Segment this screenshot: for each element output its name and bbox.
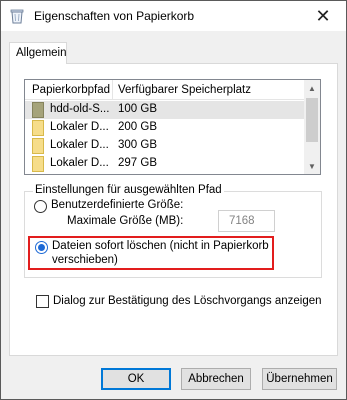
confirm-delete-checkbox[interactable]	[36, 295, 49, 308]
radio-selected-dot	[38, 244, 45, 251]
column-divider[interactable]	[112, 80, 113, 100]
list-item[interactable]: hdd-old-S... 100 GB	[25, 101, 305, 119]
delete-immediately-radio[interactable]	[35, 241, 48, 254]
recycle-bin-locations-list[interactable]: Papierkorbpfad Verfügbarer Speicherplatz…	[24, 79, 321, 175]
list-item[interactable]: Lokaler D... 200 GB	[25, 119, 305, 137]
ok-button[interactable]: OK	[101, 368, 171, 390]
drive-icon	[32, 156, 44, 172]
window-title: Eigenschaften von Papierkorb	[34, 9, 195, 23]
list-item-size: 200 GB	[118, 121, 157, 133]
tab-general[interactable]: Allgemein	[9, 42, 67, 64]
apply-button[interactable]: Übernehmen	[262, 368, 337, 390]
column-header-free-space[interactable]: Verfügbarer Speicherplatz	[118, 84, 251, 96]
list-header: Papierkorbpfad Verfügbarer Speicherplatz	[25, 80, 305, 100]
cancel-button[interactable]: Abbrechen	[181, 368, 251, 390]
list-item-size: 297 GB	[118, 157, 157, 169]
max-size-label: Maximale Größe (MB):	[67, 215, 184, 227]
max-size-field[interactable]: 7168	[218, 210, 275, 232]
list-item-path: hdd-old-S...	[50, 103, 110, 115]
list-item-path: Lokaler D...	[50, 121, 109, 133]
custom-size-radio[interactable]	[34, 200, 47, 213]
custom-size-label: Benutzerdefinierte Größe:	[51, 199, 184, 211]
tab-general-label: Allgemein	[16, 47, 67, 59]
column-header-path[interactable]: Papierkorbpfad	[32, 84, 110, 96]
close-icon: ✕	[315, 5, 331, 26]
scrollbar-thumb[interactable]	[306, 98, 318, 142]
vertical-scrollbar[interactable]: ▲ ▼	[304, 80, 320, 174]
list-item[interactable]: Lokaler D... 297 GB	[25, 155, 305, 173]
delete-immediately-label-line1: Dateien sofort löschen (nicht in Papierk…	[52, 240, 269, 252]
close-button[interactable]: ✕	[300, 1, 346, 31]
recycle-bin-icon	[10, 9, 24, 24]
list-item-size: 100 GB	[118, 103, 157, 115]
properties-window: Eigenschaften von Papierkorb ✕ Allgemein…	[0, 0, 347, 400]
list-item-size: 300 GB	[118, 139, 157, 151]
drive-icon	[32, 120, 44, 136]
scroll-up-icon[interactable]: ▲	[304, 80, 320, 96]
title-bar: Eigenschaften von Papierkorb ✕	[1, 1, 346, 31]
drive-icon	[32, 102, 44, 118]
group-label: Einstellungen für ausgewählten Pfad	[33, 184, 224, 196]
drive-icon	[32, 138, 44, 154]
list-item-path: Lokaler D...	[50, 157, 109, 169]
confirm-delete-label: Dialog zur Bestätigung des Löschvorgangs…	[53, 295, 322, 307]
scroll-down-icon[interactable]: ▼	[304, 158, 320, 174]
list-item-path: Lokaler D...	[50, 139, 109, 151]
list-item[interactable]: Lokaler D... 300 GB	[25, 137, 305, 155]
delete-immediately-label-line2: verschieben)	[52, 254, 118, 266]
